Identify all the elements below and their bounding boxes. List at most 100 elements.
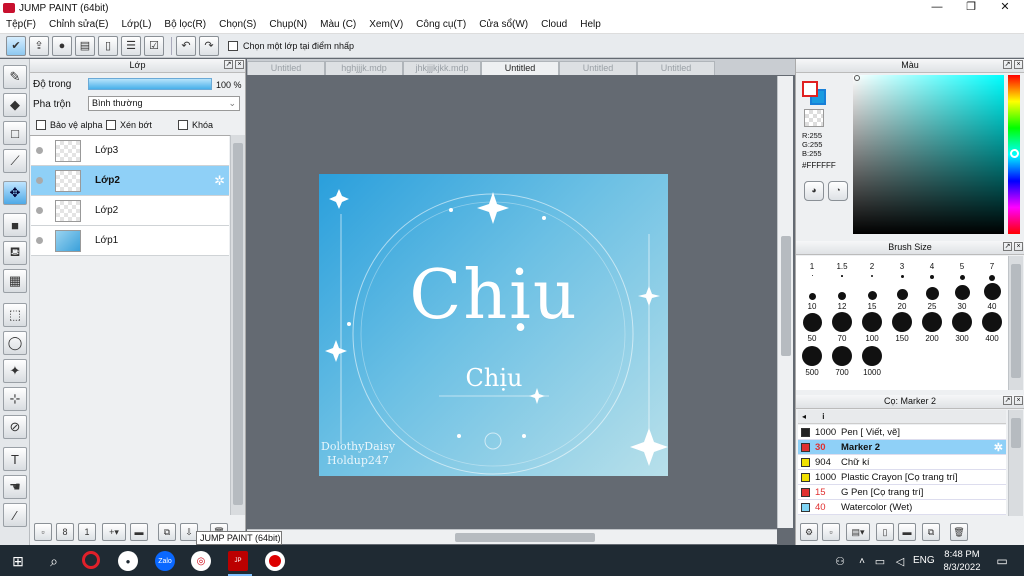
protect-alpha-checkbox[interactable]: [36, 120, 46, 130]
brush-size-scrollbar[interactable]: [1008, 256, 1023, 390]
brush-item[interactable]: 40 Watercolor (Wet): [798, 500, 1006, 515]
visibility-icon[interactable]: [36, 207, 43, 214]
close-panel-icon[interactable]: ×: [1014, 242, 1023, 251]
clock-date[interactable]: 8/3/2022: [940, 562, 984, 573]
foreground-color-swatch[interactable]: [802, 81, 818, 97]
brush-size-option[interactable]: 20: [888, 280, 916, 311]
taskbar-app-icon[interactable]: ●: [118, 551, 138, 571]
layer-row[interactable]: Lớp2: [31, 196, 229, 226]
brush-size-option[interactable]: 700: [828, 346, 856, 377]
palette-icon[interactable]: ◕: [804, 181, 824, 201]
duplicate-layer-icon[interactable]: ⧉: [158, 523, 176, 541]
brush-size-option[interactable]: 1000: [858, 346, 886, 377]
brush-size-option[interactable]: 25: [918, 280, 946, 311]
layer-row[interactable]: Lớp1: [31, 226, 229, 256]
brush-page-icon[interactable]: ▯: [876, 523, 894, 541]
opera-gx-icon[interactable]: ◎: [191, 551, 211, 571]
gear-icon[interactable]: ✲: [994, 441, 1003, 454]
brush-size-scrollbar-thumb[interactable]: [1011, 264, 1021, 378]
clock-time[interactable]: 8:48 PM: [944, 549, 980, 560]
cloud-check-icon[interactable]: ✔: [6, 35, 26, 56]
menu-layer[interactable]: Lớp(L): [122, 19, 152, 30]
hand-tool-icon[interactable]: ☚: [3, 475, 27, 499]
doc-tab[interactable]: Untitled: [559, 61, 637, 75]
network-icon[interactable]: ▭: [870, 551, 890, 571]
menu-file[interactable]: Tệp(F): [6, 19, 36, 30]
brush-item[interactable]: 1000 Pen [ Viết, vẽ]: [798, 425, 1006, 440]
select-pen-icon[interactable]: ⊹: [3, 387, 27, 411]
brush-size-option[interactable]: 1: [798, 262, 826, 278]
layer-row[interactable]: Lớp3: [31, 136, 229, 166]
brush-item[interactable]: 15 G Pen [Cọ trang trí]: [798, 485, 1006, 500]
menu-capture[interactable]: Chụp(N): [269, 19, 307, 30]
brush-size-option[interactable]: 70: [828, 312, 856, 343]
brush-list-scrollbar-thumb[interactable]: [1011, 418, 1021, 448]
canvas-vertical-scrollbar[interactable]: [777, 76, 793, 528]
layer-scrollbar[interactable]: [230, 135, 245, 515]
menu-window[interactable]: Cửa sổ(W): [479, 19, 528, 30]
menu-color[interactable]: Màu (C): [320, 19, 356, 30]
brush-duplicate-icon[interactable]: ⧉: [922, 523, 940, 541]
layer-list-icon[interactable]: ☰: [121, 35, 141, 56]
notification-icon[interactable]: ▭: [992, 551, 1012, 571]
minimize-button[interactable]: —: [920, 0, 954, 16]
brush-size-option[interactable]: 300: [948, 312, 976, 343]
maximize-button[interactable]: ❐: [954, 0, 988, 16]
text-tool-icon[interactable]: T: [3, 447, 27, 471]
new-brush-icon[interactable]: ▫: [822, 523, 840, 541]
new-layer-8bit-icon[interactable]: 8: [56, 523, 74, 541]
folder-icon[interactable]: ▬: [130, 523, 148, 541]
opacity-slider[interactable]: [88, 78, 212, 90]
brush-size-option[interactable]: 200: [918, 312, 946, 343]
jump-paint-taskbar-icon[interactable]: JP: [228, 551, 248, 571]
float-panel-icon[interactable]: ↗: [1003, 396, 1012, 405]
canvas-horizontal-scrollbar[interactable]: [247, 529, 777, 544]
collapse-icon[interactable]: ◂: [802, 412, 806, 421]
eraser-tool-icon[interactable]: ◆: [3, 93, 27, 117]
clipping-checkbox[interactable]: [106, 120, 116, 130]
new-layer-1bit-icon[interactable]: 1: [78, 523, 96, 541]
brush-size-option[interactable]: 30: [948, 280, 976, 311]
brush-size-option[interactable]: 500: [798, 346, 826, 377]
brush-menu-icon[interactable]: ▤▾: [846, 523, 870, 541]
lock-checkbox[interactable]: [178, 120, 188, 130]
palette-edit-icon[interactable]: ◔: [828, 181, 848, 201]
brush-size-option[interactable]: 2: [858, 262, 886, 279]
new-layer-icon[interactable]: ▫: [34, 523, 52, 541]
drawing-canvas[interactable]: Chịu Chịu DolothyDaisy Holdup247: [319, 174, 668, 476]
blend-mode-select[interactable]: Bình thường ⌄: [88, 96, 240, 111]
magic-wand-icon[interactable]: ✦: [3, 359, 27, 383]
bucket-tool-icon[interactable]: ⛾: [3, 241, 27, 265]
brush-size-option[interactable]: 12: [828, 280, 856, 311]
brush-size-option[interactable]: 3: [888, 262, 916, 280]
brush-delete-icon[interactable]: 🗑: [950, 523, 968, 541]
select-rect-tool-icon[interactable]: □: [3, 121, 27, 145]
select-eraser-icon[interactable]: ⊘: [3, 415, 27, 439]
brush-size-option[interactable]: 50: [798, 312, 826, 343]
show-hidden-icons[interactable]: ˄: [852, 551, 872, 571]
doc-tab[interactable]: jhkjjjkjkk.mdp: [403, 61, 481, 75]
brush-size-option[interactable]: 15: [858, 280, 886, 311]
menu-help[interactable]: Help: [580, 19, 601, 30]
brush-size-option[interactable]: 5: [948, 262, 976, 282]
search-icon[interactable]: ⌕: [44, 551, 64, 571]
visibility-icon[interactable]: [36, 177, 43, 184]
float-panel-icon[interactable]: ↗: [224, 60, 233, 69]
doc-tab[interactable]: Untitled: [637, 61, 715, 75]
gear-icon[interactable]: ✲: [214, 173, 225, 189]
hue-slider-handle[interactable]: [1010, 149, 1019, 158]
close-panel-icon[interactable]: ×: [1014, 60, 1023, 69]
brush-size-option[interactable]: 150: [888, 312, 916, 343]
visibility-icon[interactable]: [36, 147, 43, 154]
opera-browser-icon[interactable]: [82, 551, 100, 569]
brush-item[interactable]: 1000 Plastic Crayon [Cọ trang trí]: [798, 470, 1006, 485]
add-layer-menu-icon[interactable]: +▾: [102, 523, 126, 541]
brush-size-option[interactable]: 100: [858, 312, 886, 343]
record-icon[interactable]: [265, 551, 285, 571]
doc-tab[interactable]: hghjjjk.mdp: [325, 61, 403, 75]
canvas-hscroll-thumb[interactable]: [455, 533, 595, 542]
transparent-color-swatch[interactable]: [804, 109, 824, 127]
close-panel-icon[interactable]: ×: [1014, 396, 1023, 405]
doc-tab-active[interactable]: Untitled: [481, 61, 559, 75]
undo-icon[interactable]: ↶: [176, 35, 196, 56]
